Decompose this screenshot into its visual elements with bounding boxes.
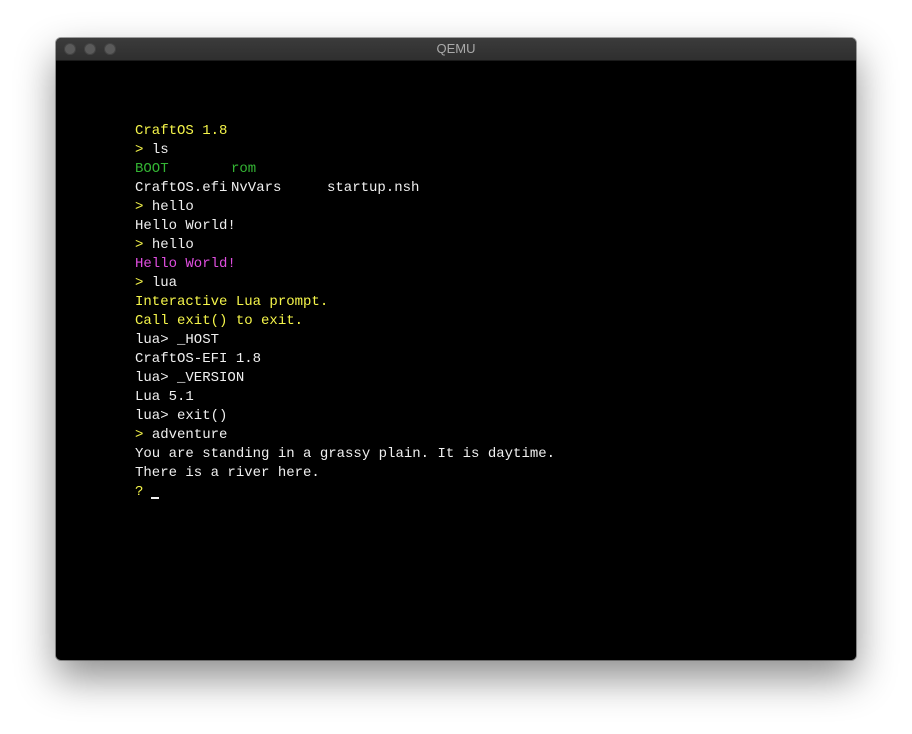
terminal-text: ls — [151, 142, 169, 158]
terminal-text: Call exit() to exit. — [135, 313, 304, 329]
terminal-line: CraftOS 1.8 — [135, 122, 555, 141]
terminal-text: startup.nsh — [327, 180, 420, 196]
terminal-line: CraftOS-EFI 1.8 — [135, 350, 555, 369]
window-title: QEMU — [436, 41, 476, 56]
terminal-line: You are standing in a grassy plain. It i… — [135, 445, 555, 464]
terminal-line: Call exit() to exit. — [135, 312, 555, 331]
terminal-text: lua> exit() — [135, 408, 228, 424]
qemu-window: QEMU CraftOS 1.8 > ls BOOT rom CraftOS.efi Nv… — [56, 38, 856, 660]
terminal-line: BOOT rom — [135, 160, 555, 179]
terminal-text: lua> _HOST — [135, 332, 220, 348]
terminal-line: Hello World! — [135, 255, 555, 274]
terminal-line: > ls — [135, 141, 555, 160]
terminal-text: lua> _VERSION — [135, 370, 245, 386]
terminal-text: ? — [135, 484, 144, 500]
terminal-line: > hello — [135, 198, 555, 217]
terminal-text: There is a river here. — [135, 465, 320, 481]
terminal-text: rom — [231, 161, 257, 177]
terminal-text: Hello World! — [135, 256, 236, 272]
text-cursor — [151, 497, 160, 499]
terminal-text: hello — [151, 199, 194, 215]
terminal-text: CraftOS-EFI 1.8 — [135, 351, 262, 367]
terminal-text: lua — [151, 275, 178, 291]
terminal-line: lua> _HOST — [135, 331, 555, 350]
terminal-text: > — [135, 427, 152, 443]
terminal-output: CraftOS 1.8 > ls BOOT rom CraftOS.efi NvVars s… — [135, 122, 555, 502]
terminal-line: ? — [135, 483, 555, 502]
terminal-text: BOOT — [135, 161, 169, 177]
terminal-text: NvVars — [231, 180, 282, 196]
terminal-text: > — [135, 142, 152, 158]
terminal-line: > hello — [135, 236, 555, 255]
terminal-line: > adventure — [135, 426, 555, 445]
terminal-text: Lua 5.1 — [135, 389, 194, 405]
terminal-line: lua> exit() — [135, 407, 555, 426]
terminal-text: You are standing in a grassy plain. It i… — [135, 446, 556, 462]
terminal-line: Interactive Lua prompt. — [135, 293, 555, 312]
terminal-line: There is a river here. — [135, 464, 555, 483]
terminal-line: CraftOS.efi NvVars startup.nsh — [135, 179, 555, 198]
terminal-line: Hello World! — [135, 217, 555, 236]
terminal-text: CraftOS 1.8 — [135, 123, 228, 139]
terminal-text: adventure — [151, 427, 228, 443]
terminal-text: > — [135, 199, 152, 215]
title-bar[interactable]: QEMU — [56, 38, 856, 61]
terminal-text: hello — [151, 237, 194, 253]
terminal-text: Hello World! — [135, 218, 236, 234]
terminal-line: Lua 5.1 — [135, 388, 555, 407]
terminal-text: CraftOS.efi — [135, 180, 228, 196]
terminal-line: lua> _VERSION — [135, 369, 555, 388]
terminal-text: Interactive Lua prompt. — [135, 294, 329, 310]
terminal-line: > lua — [135, 274, 555, 293]
emulator-screen[interactable]: CraftOS 1.8 > ls BOOT rom CraftOS.efi NvVars s… — [56, 61, 856, 660]
terminal-text: > — [135, 237, 152, 253]
terminal-text: > — [135, 275, 152, 291]
